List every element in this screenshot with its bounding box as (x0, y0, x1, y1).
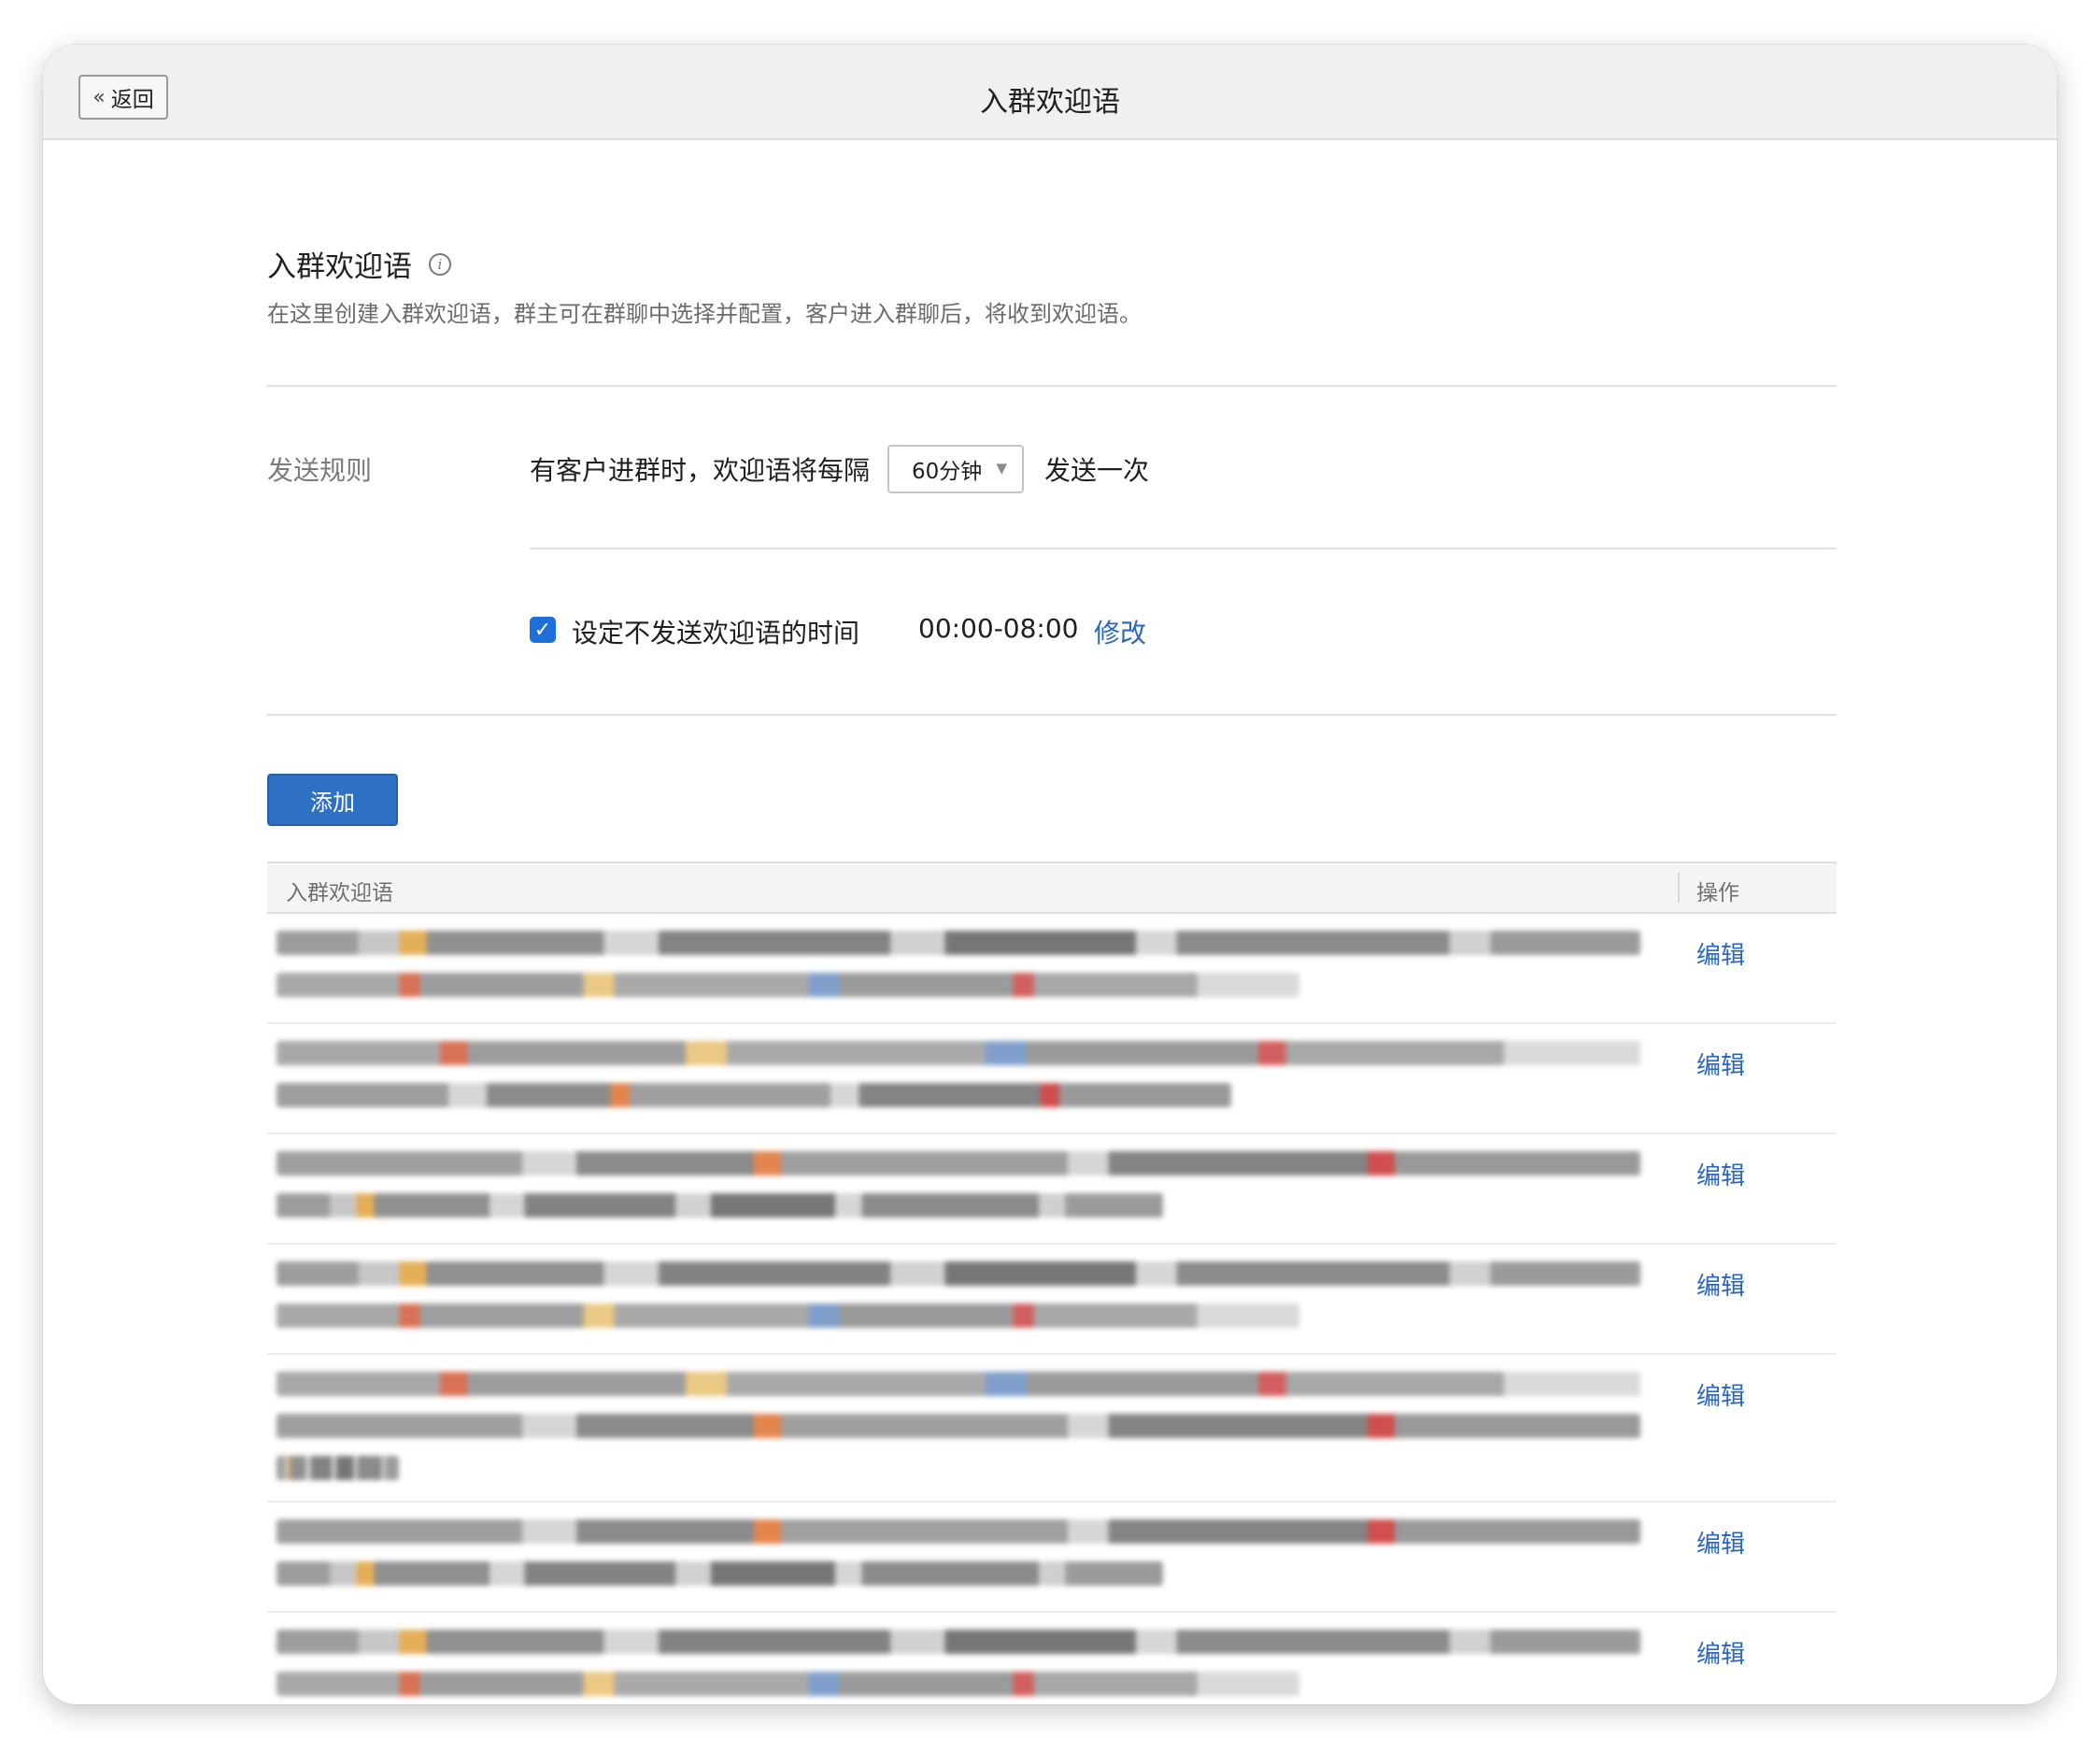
message-text-redacted (277, 1151, 1640, 1235)
page-title: 入群欢迎语 i (267, 243, 451, 285)
table-row: 编辑 (267, 1613, 1837, 1704)
table-row: 编辑 (267, 1503, 1837, 1613)
table-row: 编辑 (267, 1355, 1837, 1503)
message-text-redacted (277, 931, 1640, 1015)
redacted-text-line (277, 1456, 400, 1480)
quiet-time-value: 00:00-08:00 (918, 613, 1079, 644)
redacted-text-line (277, 1519, 1640, 1544)
divider (267, 714, 1837, 716)
redacted-text-line (277, 1083, 1231, 1107)
redacted-text-line (277, 931, 1640, 955)
table-row: 编辑 (267, 914, 1837, 1024)
edit-link[interactable]: 编辑 (1696, 1047, 1745, 1081)
column-header-actions: 操作 (1696, 881, 1739, 905)
message-text-redacted (277, 1519, 1640, 1603)
edit-link[interactable]: 编辑 (1696, 1525, 1745, 1560)
divider (530, 548, 1837, 549)
redacted-text-line (277, 1304, 1299, 1328)
edit-link[interactable]: 编辑 (1696, 1267, 1745, 1302)
redacted-text-line (277, 1630, 1640, 1654)
quiet-time-edit-link[interactable]: 修改 (1094, 613, 1146, 650)
redacted-text-line (277, 1372, 1640, 1396)
table-body: 编辑 编辑 编辑 编辑 编辑 编辑 编辑 (267, 914, 1837, 1704)
welcome-message-table: 入群欢迎语 操作 编辑 编辑 编辑 编辑 编辑 编辑 编辑 (267, 862, 1837, 1704)
message-text-redacted (277, 1372, 1640, 1498)
redacted-text-line (277, 1672, 1299, 1696)
redacted-text-line (277, 1193, 1163, 1218)
page-title-text: 入群欢迎语 (267, 250, 412, 284)
table-row: 编辑 (267, 1024, 1837, 1134)
edit-link[interactable]: 编辑 (1696, 1377, 1745, 1412)
quiet-time-label: 设定不发送欢迎语的时间 (572, 618, 860, 648)
column-separator (1678, 873, 1680, 903)
add-button[interactable]: 添加 (267, 774, 398, 826)
send-rule-text-before: 有客户进群时，欢迎语将每隔 (530, 455, 871, 486)
window-title: 入群欢迎语 (980, 86, 1120, 119)
redacted-text-line (277, 1261, 1640, 1286)
redacted-text-line (277, 1414, 1640, 1438)
title-bar: « 返回 入群欢迎语 (43, 45, 2057, 140)
caret-down-icon: ▼ (996, 460, 1007, 477)
edit-link[interactable]: 编辑 (1696, 1157, 1745, 1191)
interval-select-value: 60分钟 (912, 460, 983, 484)
send-rule-label: 发送规则 (267, 455, 373, 486)
table-row: 编辑 (267, 1245, 1837, 1355)
interval-select[interactable]: 60分钟 ▼ (887, 445, 1024, 493)
message-text-redacted (277, 1630, 1640, 1704)
edit-link[interactable]: 编辑 (1696, 1635, 1745, 1670)
info-icon[interactable]: i (429, 252, 451, 276)
edit-link[interactable]: 编辑 (1696, 936, 1745, 971)
column-header-message: 入群欢迎语 (286, 881, 393, 905)
redacted-text-line (277, 1151, 1640, 1175)
message-text-redacted (277, 1261, 1640, 1346)
redacted-text-line (277, 1561, 1163, 1586)
send-rule-text-after: 发送一次 (1044, 455, 1150, 486)
table-header: 入群欢迎语 操作 (267, 862, 1837, 914)
page-description: 在这里创建入群欢迎语，群主可在群聊中选择并配置，客户进入群聊后，将收到欢迎语。 (267, 301, 1142, 327)
checkmark-icon: ✓ (533, 618, 552, 642)
redacted-text-line (277, 973, 1299, 997)
app-window: « 返回 入群欢迎语 入群欢迎语 i 在这里创建入群欢迎语，群主可在群聊中选择并… (43, 45, 2057, 1704)
quiet-time-checkbox[interactable]: ✓ (530, 617, 556, 643)
divider (267, 385, 1837, 387)
table-row: 编辑 (267, 1134, 1837, 1245)
message-text-redacted (277, 1041, 1640, 1125)
redacted-text-line (277, 1041, 1640, 1065)
